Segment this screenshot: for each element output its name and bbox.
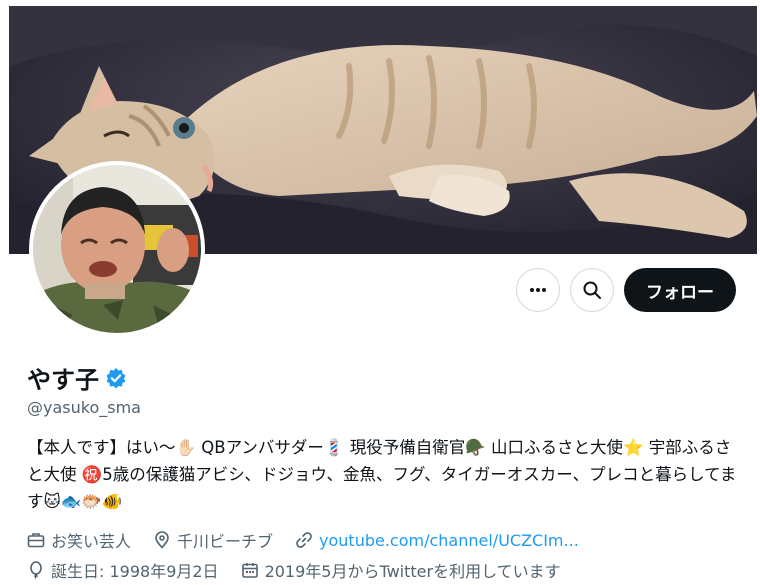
balloon-icon — [30, 561, 42, 579]
profession-item: お笑い芸人 — [27, 528, 131, 552]
profile-bio: 【本人です】はい〜✋🏻 QBアンバサダー💈 現役予備自衛官🪖 山口ふるさと大使⭐… — [27, 438, 737, 511]
display-name: やす子 — [27, 366, 99, 394]
website-link[interactable]: youtube.com/channel/UCZCIm... — [319, 531, 579, 550]
calendar-icon — [241, 563, 258, 578]
profile-meta-row-1: お笑い芸人 千川ビーチブ youtube.com/channel/UCZCIm.… — [27, 528, 579, 552]
link-icon — [296, 532, 312, 548]
avatar-photo — [33, 165, 201, 333]
profile-actions: フォロー — [516, 268, 736, 312]
user-handle: @yasuko_sma — [27, 398, 141, 417]
location-item: 千川ビーチブ — [153, 528, 273, 552]
birthday-text: 誕生日: 1998年9月2日 — [51, 562, 219, 581]
location-text: 千川ビーチブ — [177, 532, 274, 551]
joined-text: 2019年5月からTwitterを利用しています — [264, 562, 561, 581]
verified-badge-icon[interactable] — [105, 367, 127, 389]
profile-meta-row-2: 誕生日: 1998年9月2日 2019年5月からTwitterを利用しています — [27, 558, 561, 582]
website-item[interactable]: youtube.com/channel/UCZCIm... — [295, 528, 579, 552]
profession-text: お笑い芸人 — [51, 532, 132, 551]
location-pin-icon — [155, 531, 169, 549]
profile-name-row: やす子 — [27, 360, 127, 395]
briefcase-icon — [27, 533, 45, 548]
more-button[interactable] — [516, 268, 560, 312]
profile-page: フォロー やす子 @yasuko_sma 【本人です】はい〜✋🏻 QBアンバサダ… — [9, 6, 757, 585]
birthday-item: 誕生日: 1998年9月2日 — [27, 558, 219, 582]
joined-item: 2019年5月からTwitterを利用しています — [241, 558, 561, 582]
search-button[interactable] — [570, 268, 614, 312]
profile-avatar[interactable] — [29, 161, 205, 337]
search-icon — [583, 281, 601, 299]
more-horizontal-icon — [530, 288, 546, 292]
follow-button[interactable]: フォロー — [624, 268, 736, 312]
